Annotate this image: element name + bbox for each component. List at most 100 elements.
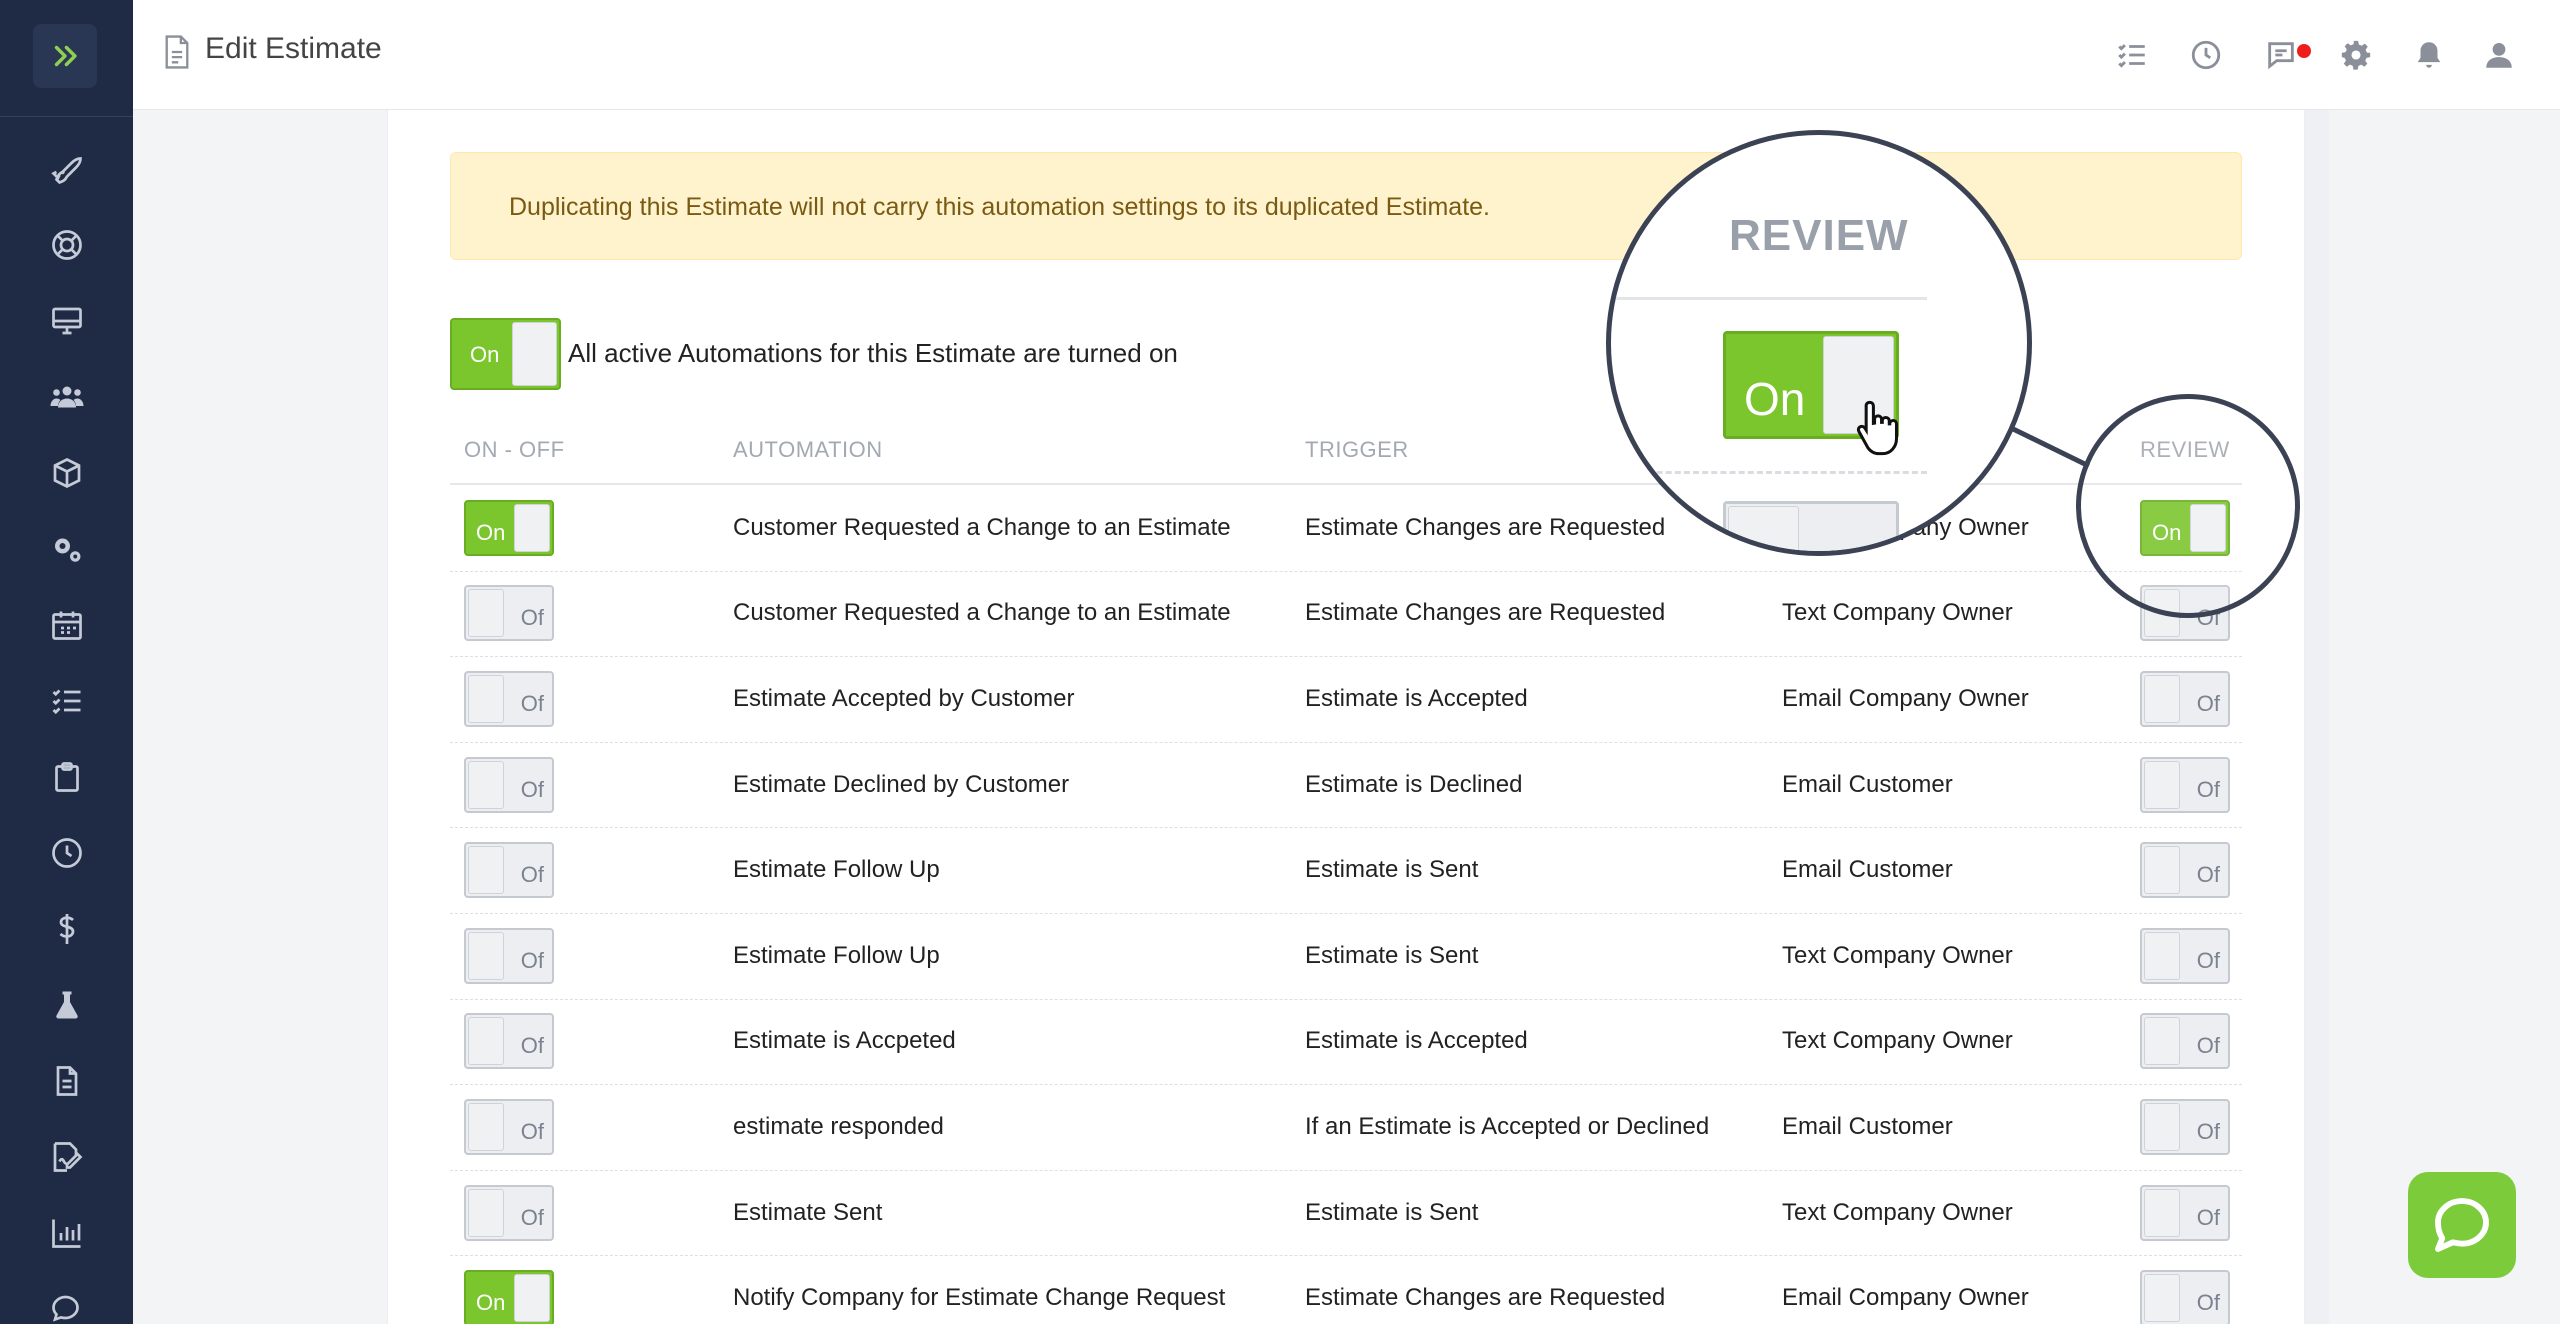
toggle-label: Of [2196,1290,2220,1316]
review-toggle[interactable]: Of [2140,1270,2230,1324]
table-row-divider [450,827,2242,829]
automation-name: Notify Company for Estimate Change Reque… [733,1284,1226,1312]
table-row-divider [450,1255,2242,1257]
document-icon [165,35,189,69]
bar-chart-icon[interactable] [44,1210,90,1256]
review-toggle[interactable]: Of [2140,1013,2230,1070]
lifebuoy-icon[interactable] [44,222,90,268]
history-icon[interactable] [2189,38,2223,72]
review-toggle[interactable]: Of [2140,1099,2230,1155]
calendar-icon[interactable] [44,602,90,648]
review-toggle[interactable]: Of [2140,842,2230,899]
action-name: Text Company Owner [1782,1198,2013,1226]
automation-onoff-toggle[interactable]: Of [464,756,554,813]
column-header-onoff: ON - OFF [464,437,565,462]
automation-onoff-toggle[interactable]: Of [464,1013,554,1070]
alert-text: Duplicating this Estimate will not carry… [509,193,1490,221]
toggle-label: Of [520,776,544,802]
automation-onoff-toggle[interactable]: Of [464,585,554,642]
magnifier-focus-ring [2076,394,2300,618]
toggle-knob [2144,675,2181,723]
toggle-label: Of [2196,947,2220,973]
chat-bubble-icon [2435,1198,2489,1252]
rocket-icon[interactable] [44,146,90,192]
toggle-label: Of [2196,691,2220,716]
action-name: Email Customer [1782,856,1953,884]
clock-icon[interactable] [44,830,90,876]
automation-name: Estimate Sent [733,1198,883,1226]
table-row-divider [450,1169,2242,1171]
trigger-name: Estimate is Sent [1305,856,1479,884]
master-toggle-description: All active Automations for this Estimate… [568,338,1178,368]
trigger-name: Estimate Changes are Requested [1305,1284,1666,1312]
chat-icon[interactable] [44,1286,90,1324]
sidebar [0,0,133,1324]
toggle-label: Of [520,691,544,716]
review-toggle[interactable]: Of [2140,671,2230,727]
automation-onoff-toggle[interactable]: On [464,1270,554,1324]
magnifier-row-divider [1611,471,1927,474]
toggle-label: Of [2196,1204,2220,1230]
sidebar-divider [0,116,133,117]
review-toggle[interactable]: Of [2140,1184,2230,1241]
live-chat-button[interactable] [2408,1172,2516,1278]
dollar-icon[interactable] [44,906,90,952]
action-name: Text Company Owner [1782,599,2013,627]
trigger-name: If an Estimate is Accepted or Declined [1305,1113,1710,1140]
toggle-knob [513,1274,550,1323]
box-icon[interactable] [44,450,90,496]
magnifier-divider [1611,297,1927,300]
automation-name: estimate responded [733,1113,944,1140]
toggle-knob [2144,846,2181,895]
automation-onoff-toggle[interactable]: Of [464,671,554,727]
automation-onoff-toggle[interactable]: Of [464,1184,554,1241]
automation-onoff-toggle[interactable]: Of [464,927,554,984]
automation-onoff-toggle[interactable]: Of [464,1099,554,1155]
users-icon[interactable] [44,374,90,420]
signature-icon[interactable] [44,1134,90,1180]
toggle-knob [2144,760,2181,809]
trigger-name: Estimate is Sent [1305,1198,1479,1226]
action-name: Text Company Owner [1782,1027,2013,1055]
magnifier-heading: REVIEW [1729,211,1909,260]
action-name: Email Company Owner [1782,685,2029,712]
toggle-knob [2144,1188,2181,1237]
toggle-knob [2144,931,2181,980]
settings-gear-icon[interactable] [2339,38,2373,72]
toggle-label: Of [520,1119,544,1144]
gears-icon[interactable] [44,526,90,572]
tasks-icon[interactable] [2115,38,2149,72]
toggle-knob [468,1017,505,1066]
checklist-icon[interactable] [44,678,90,724]
table-row-divider [450,656,2242,658]
automation-onoff-toggle[interactable]: Of [464,842,554,899]
toggle-knob [468,846,505,895]
table-row-divider [450,570,2242,572]
toggle-label: Of [2196,1119,2220,1144]
double-chevron-right-icon [54,45,77,67]
notification-bell-icon[interactable] [2412,38,2446,72]
toggle-knob [468,1103,505,1151]
column-header-trigger: TRIGGER [1305,437,1409,462]
review-toggle[interactable]: Of [2140,756,2230,813]
automation-name: Estimate Follow Up [733,856,940,884]
message-icon[interactable] [2264,38,2298,72]
clipboard-icon[interactable] [44,754,90,800]
automation-name: Customer Requested a Change to an Estima… [733,513,1231,541]
automation-onoff-toggle[interactable]: On [464,499,554,556]
magnifier-next-toggle [1723,501,1899,551]
toggle-knob [2144,1103,2181,1151]
toggle-knob [468,675,505,723]
toggle-knob [468,589,505,638]
trigger-name: Estimate is Declined [1305,770,1523,798]
automation-name: Estimate is Accpeted [733,1027,956,1055]
toggle-label: Of [520,862,544,888]
monitor-icon[interactable] [44,298,90,344]
flask-icon[interactable] [44,982,90,1028]
user-profile-icon[interactable] [2482,38,2516,72]
trigger-name: Estimate is Sent [1305,941,1479,969]
master-automation-toggle[interactable]: On [450,318,561,390]
sidebar-expand-button[interactable] [33,24,97,88]
document-icon[interactable] [44,1058,90,1104]
review-toggle[interactable]: Of [2140,927,2230,984]
